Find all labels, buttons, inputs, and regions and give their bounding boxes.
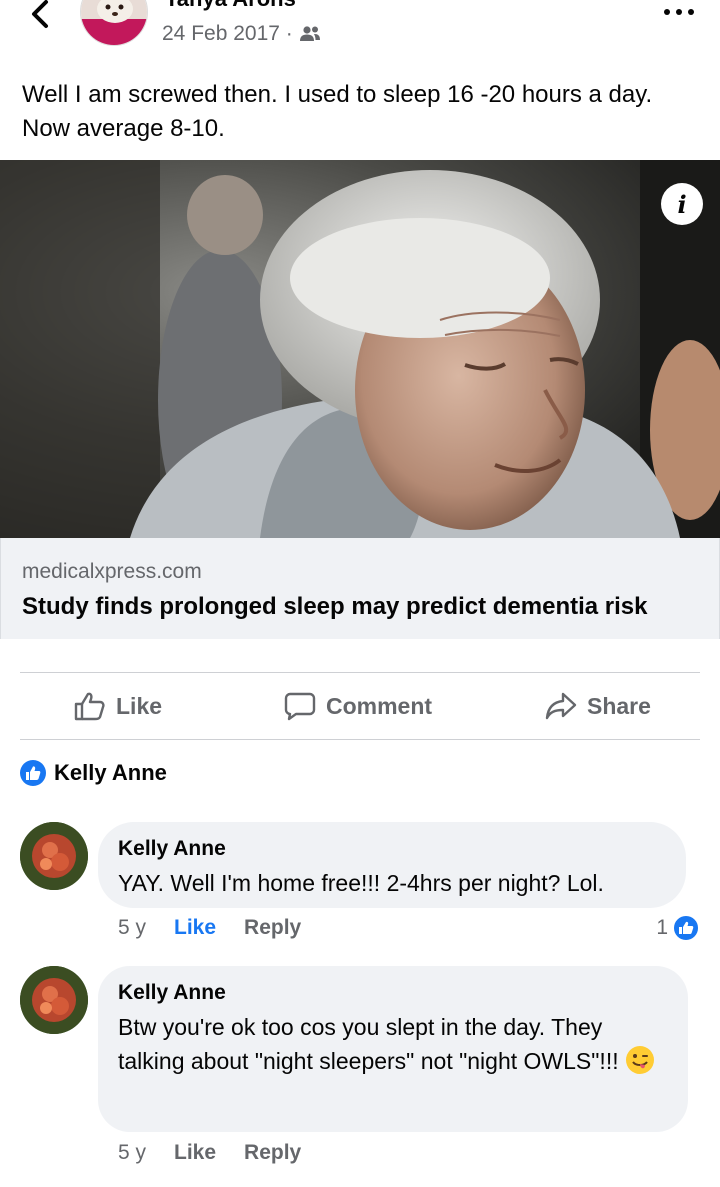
commenter-avatar[interactable] [20,966,88,1034]
dot [664,9,670,15]
author-avatar[interactable] [80,0,148,46]
reactions-summary[interactable]: Kelly Anne [20,760,167,786]
post-action-bar: Like Comment Share [20,672,700,740]
like-button[interactable]: Like [74,691,162,721]
dot [676,9,682,15]
comment-actions: 5 y Like Reply [118,1141,301,1165]
comment-bubble[interactable]: Kelly Anne YAY. Well I'm home free!!! 2-… [98,822,686,908]
link-title[interactable]: Study finds prolonged sleep may predict … [22,593,647,621]
info-icon[interactable]: i [661,183,703,225]
dot [688,9,694,15]
share-label: Share [587,692,651,719]
comment-text: YAY. Well I'm home free!!! 2-4hrs per ni… [118,870,604,896]
comment-bubble[interactable]: Kelly Anne Btw you're ok too cos you sle… [98,966,688,1132]
post-meta: 24 Feb 2017 · [162,22,321,46]
like-reaction-icon [672,914,700,942]
link-preview-card[interactable]: i medicalxpress.com Study finds prolonge… [0,160,720,639]
link-footer[interactable]: medicalxpress.com Study finds prolonged … [0,538,720,639]
comment-reply-button[interactable]: Reply [244,916,301,940]
link-domain: medicalxpress.com [22,560,202,583]
commenter-avatar[interactable] [20,822,88,890]
friends-icon [299,26,320,41]
comment-author[interactable]: Kelly Anne [118,980,668,1006]
post-date[interactable]: 24 Feb 2017 · [162,22,293,46]
comment-time[interactable]: 5 y [118,916,146,940]
share-icon [545,692,577,720]
author-name[interactable]: Tanya Arons [165,0,296,12]
back-button[interactable] [22,0,58,32]
comment-icon [284,692,316,721]
comment-text: Btw you're ok too cos you slept in the d… [118,1010,673,1078]
like-count: 1 [656,916,668,939]
comment-time[interactable]: 5 y [118,1141,146,1165]
comment-reply-button[interactable]: Reply [244,1141,301,1165]
comment-like-button[interactable]: Like [174,916,216,940]
comment-like-button[interactable]: Like [174,1141,216,1165]
comment-text-content: Btw you're ok too cos you slept in the d… [118,1014,619,1074]
comment-label: Comment [326,692,433,719]
chevron-left-icon [32,0,48,28]
post-header: Tanya Arons 24 Feb 2017 · [0,0,720,58]
comment-actions: 5 y Like Reply [118,916,301,940]
post-text: Well I am screwed then. I used to sleep … [22,81,653,142]
like-reaction-icon [20,760,46,786]
comment-author[interactable]: Kelly Anne [118,836,666,862]
winking-tongue-emoji-icon [625,1045,654,1074]
reaction-names: Kelly Anne [54,760,167,785]
link-preview-image[interactable]: i [0,160,720,538]
comment-like-count[interactable]: 1 [656,914,700,942]
share-button[interactable]: Share [545,691,651,721]
more-options-button[interactable] [664,2,694,22]
like-label: Like [116,692,163,719]
comment-button[interactable]: Comment [284,691,432,721]
thumbs-up-icon [74,692,105,721]
